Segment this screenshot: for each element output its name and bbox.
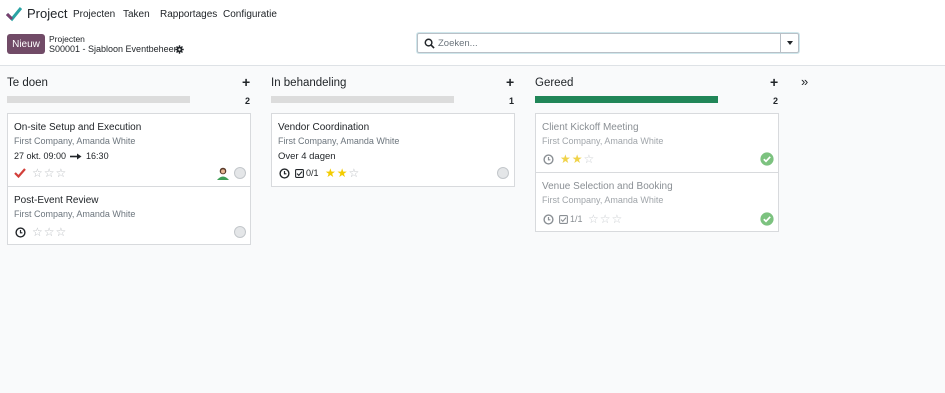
task-card[interactable]: Client Kickoff Meeting First Company, Am…: [535, 113, 779, 173]
priority-stars[interactable]: ☆ ☆ ☆: [32, 226, 66, 238]
column-title-in-behandeling[interactable]: In behandeling: [271, 77, 346, 89]
task-date-start: 27 okt. 09:00: [14, 151, 67, 161]
column-title-gereed[interactable]: Gereed: [535, 77, 573, 89]
task-card[interactable]: Venue Selection and Booking First Compan…: [535, 172, 779, 232]
checkbox-icon: [295, 168, 304, 178]
star-icon[interactable]: ☆: [56, 167, 67, 179]
task-subtitle: First Company, Amanda White: [14, 209, 136, 219]
top-navbar: Project Projecten Taken Rapportages Conf…: [0, 0, 945, 28]
subtask-counter[interactable]: 1/1: [559, 214, 583, 224]
search-icon: [424, 38, 435, 49]
kanban-state-indicator[interactable]: [234, 167, 246, 179]
search-box: [417, 33, 799, 53]
star-icon[interactable]: ★: [325, 167, 336, 179]
task-card[interactable]: On-site Setup and Execution First Compan…: [7, 113, 251, 187]
task-title: Venue Selection and Booking: [542, 181, 673, 192]
menu-item-rapportages[interactable]: Rapportages: [160, 9, 217, 20]
column-progress-bar[interactable]: [271, 96, 454, 103]
kanban-state-indicator[interactable]: [497, 167, 509, 179]
star-icon[interactable]: ☆: [32, 226, 43, 238]
chevron-down-icon: [786, 41, 793, 45]
priority-stars[interactable]: ☆ ☆ ☆: [588, 213, 622, 225]
add-card-icon[interactable]: +: [506, 74, 514, 90]
task-title: Vendor Coordination: [278, 122, 370, 133]
search-input[interactable]: [438, 36, 778, 50]
star-icon[interactable]: ☆: [56, 226, 67, 238]
menu-item-projecten[interactable]: Projecten: [73, 9, 115, 20]
checkbox-icon: [559, 214, 568, 224]
check-icon[interactable]: [14, 168, 26, 178]
add-card-icon[interactable]: +: [770, 74, 778, 90]
task-date-end: 16:30: [86, 151, 109, 161]
arrow-right-icon: [70, 153, 82, 159]
gear-icon[interactable]: [175, 45, 184, 54]
column-progress-bar[interactable]: [7, 96, 190, 103]
star-icon[interactable]: ★: [560, 153, 571, 165]
kanban-state-indicator[interactable]: [234, 226, 246, 238]
task-deadline: Over 4 dagen: [278, 151, 336, 162]
task-title: On-site Setup and Execution: [14, 122, 142, 133]
fold-columns-icon[interactable]: »: [801, 74, 808, 89]
add-card-icon[interactable]: +: [242, 74, 250, 90]
star-icon[interactable]: ★: [337, 167, 348, 179]
done-check-icon[interactable]: [760, 212, 774, 226]
app-name[interactable]: Project: [27, 6, 67, 21]
task-card[interactable]: Vendor Coordination First Company, Amand…: [271, 113, 515, 187]
column-count: 2: [245, 96, 251, 106]
search-options-toggle[interactable]: [780, 34, 798, 52]
control-panel: Nieuw Projecten S00001 - Sjabloon Eventb…: [0, 28, 945, 66]
subtask-count: 0/1: [306, 168, 319, 178]
task-title: Post-Event Review: [14, 195, 99, 206]
star-icon[interactable]: ☆: [612, 213, 623, 225]
star-icon[interactable]: ☆: [32, 167, 43, 179]
task-subtitle: First Company, Amanda White: [542, 136, 664, 146]
star-icon[interactable]: ☆: [588, 213, 599, 225]
task-subtitle: First Company, Amanda White: [542, 195, 664, 205]
column-count: 1: [509, 96, 515, 106]
star-icon[interactable]: ★: [572, 153, 583, 165]
task-subtitle: First Company, Amanda White: [14, 136, 136, 146]
new-button[interactable]: Nieuw: [7, 34, 45, 54]
done-check-icon[interactable]: [760, 152, 774, 166]
star-icon[interactable]: ☆: [349, 167, 360, 179]
breadcrumb-current: S00001 - Sjabloon Eventbeheer: [49, 44, 177, 54]
clock-icon[interactable]: [543, 214, 554, 225]
column-title-te-doen[interactable]: Te doen: [7, 77, 48, 89]
clock-icon[interactable]: [543, 154, 554, 165]
subtask-counter[interactable]: 0/1: [295, 168, 319, 178]
priority-stars[interactable]: ★ ★ ☆: [325, 167, 359, 179]
task-subtitle: First Company, Amanda White: [278, 136, 400, 146]
clock-icon[interactable]: [15, 227, 26, 238]
star-icon[interactable]: ☆: [44, 167, 55, 179]
priority-stars[interactable]: ☆ ☆ ☆: [32, 167, 66, 179]
task-dates: 27 okt. 09:00 16:30: [14, 151, 109, 161]
star-icon[interactable]: ☆: [44, 226, 55, 238]
project-logo-icon[interactable]: [6, 6, 22, 22]
column-progress-bar[interactable]: [535, 96, 718, 103]
priority-stars[interactable]: ★ ★ ☆: [560, 153, 594, 165]
clock-icon[interactable]: [279, 168, 290, 179]
subtask-count: 1/1: [570, 214, 583, 224]
star-icon[interactable]: ☆: [584, 153, 595, 165]
task-title: Client Kickoff Meeting: [542, 122, 639, 133]
breadcrumb-parent[interactable]: Projecten: [49, 34, 85, 44]
menu-item-configuratie[interactable]: Configuratie: [223, 9, 277, 20]
menu-item-taken[interactable]: Taken: [123, 9, 150, 20]
star-icon[interactable]: ☆: [600, 213, 611, 225]
column-count: 2: [773, 96, 779, 106]
task-card[interactable]: Post-Event Review First Company, Amanda …: [7, 186, 251, 245]
avatar[interactable]: [216, 166, 230, 180]
